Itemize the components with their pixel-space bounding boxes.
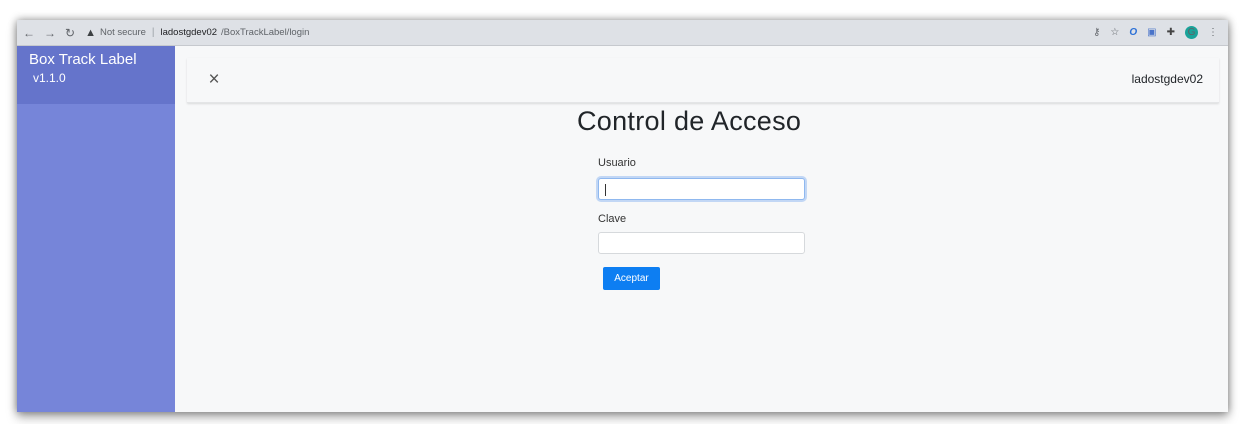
star-icon[interactable]: ☆ [1110, 27, 1119, 38]
brand-title: Box Track Label [29, 51, 137, 68]
puzzle-icon[interactable]: ✚ [1167, 27, 1175, 38]
url-separator: | [151, 27, 155, 38]
url-host: ladostgdev02 [160, 27, 218, 38]
close-icon[interactable]: × [203, 69, 225, 91]
extension-o-icon[interactable]: O [1129, 27, 1137, 38]
security-label: Not secure [99, 27, 146, 38]
browser-nav: ← → ↻ [17, 27, 75, 39]
key-icon[interactable]: ⚷ [1093, 27, 1100, 38]
hostname-label: ladostgdev02 [1131, 72, 1203, 86]
forward-arrow-icon[interactable]: → [44, 27, 56, 39]
brand-version: v1.1.0 [33, 71, 66, 85]
address-bar[interactable]: ▲ Not secure | ladostgdev02/BoxTrackLabe… [85, 23, 309, 42]
password-label: Clave [598, 213, 627, 225]
password-field[interactable] [598, 232, 805, 254]
screenshot-frame: ← → ↻ ▲ Not secure | ladostgdev02/BoxTra… [17, 20, 1228, 412]
back-arrow-icon[interactable]: ← [23, 27, 35, 39]
browser-toolbar: ← → ↻ ▲ Not secure | ladostgdev02/BoxTra… [17, 20, 1228, 46]
kebab-menu-icon[interactable]: ⋮ [1208, 27, 1218, 38]
browser-actions: ⚷ ☆ O ▣ ✚ G ⋮ [1093, 26, 1228, 39]
reload-icon[interactable]: ↻ [65, 27, 75, 39]
url-path: /BoxTrackLabel/login [221, 27, 310, 38]
sidebar: Box Track Label v1.1.0 [17, 46, 175, 412]
top-navbar: × ladostgdev02 [187, 58, 1219, 103]
profile-avatar-icon[interactable]: G [1185, 26, 1198, 39]
text-caret [605, 184, 606, 196]
warning-icon: ▲ [85, 26, 96, 39]
submit-button[interactable]: Aceptar [603, 267, 660, 290]
page-title: Control de Acceso [577, 106, 802, 136]
username-label: Usuario [598, 157, 636, 169]
username-field[interactable] [598, 178, 805, 200]
brand: Box Track Label v1.1.0 [17, 46, 175, 104]
extension-translate-icon[interactable]: ▣ [1147, 27, 1156, 38]
